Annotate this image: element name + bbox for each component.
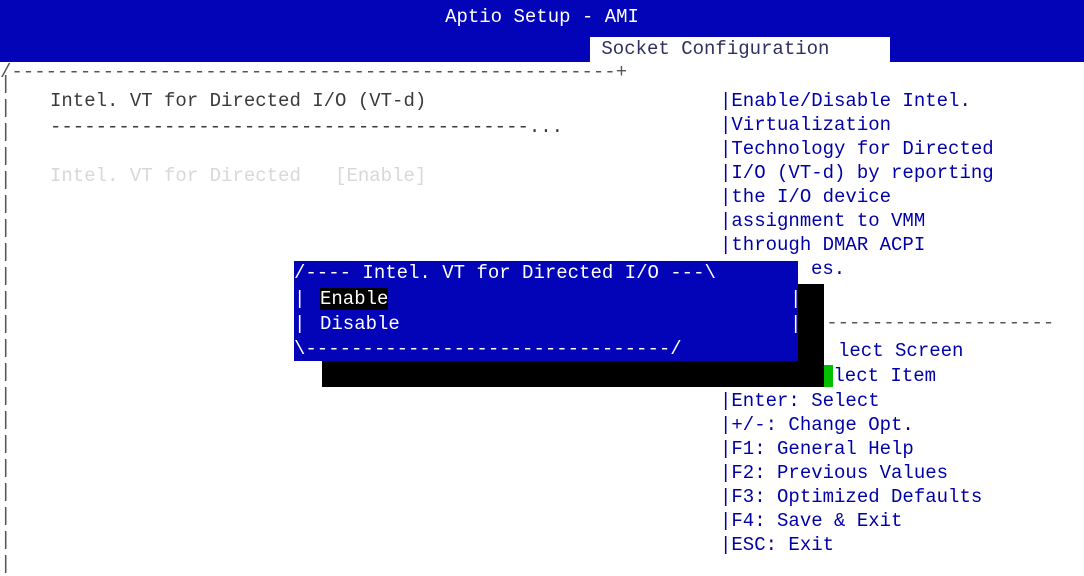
help-line-tail: es. <box>811 258 846 280</box>
key-esc: |ESC: Exit <box>720 534 835 556</box>
popup-border-left: | <box>294 288 306 310</box>
key-legend: |Enter: Select |+/-: Change Opt. |F1: Ge… <box>720 389 982 557</box>
setting-label: Intel. VT for Directed <box>50 165 301 187</box>
popup-border-right: | <box>790 313 802 335</box>
section-separator: ----------------------------------------… <box>50 116 564 138</box>
key-enter: |Enter: Select <box>720 390 880 412</box>
help-line: |through DMAR ACPI <box>720 234 926 256</box>
help-line: |Virtualization <box>720 114 892 136</box>
key-change: |+/-: Change Opt. <box>720 414 914 436</box>
key-f2: |F2: Previous Values <box>720 462 949 484</box>
popup-border-left: | <box>294 313 306 335</box>
key-f4: |F4: Save & Exit <box>720 510 903 532</box>
key-f3: |F3: Optimized Defaults <box>720 486 983 508</box>
frame-top-border-left: /---------------------------------------… <box>0 61 628 83</box>
section-title: Intel. VT for Directed I/O (VT-d) <box>50 90 427 112</box>
popup-bottom-border: \--------------------------------/ <box>294 338 682 360</box>
option-popup: /---- Intel. VT for Directed I/O ---\ | … <box>294 261 802 361</box>
popup-border-right: | <box>790 288 802 310</box>
setting-row-vtd[interactable]: Intel. VT for Directed [Enable] <box>50 164 426 188</box>
tab-label: Socket Configuration <box>601 38 830 60</box>
title-bar: Aptio Setup - AMI Socket Configuration <box>0 0 1084 62</box>
key-f1: |F1: General Help <box>720 438 914 460</box>
help-line: |assignment to VMM <box>720 210 926 232</box>
setting-value[interactable]: [Enable] <box>335 165 426 187</box>
popup-title: /---- Intel. VT for Directed I/O ---\ <box>294 262 716 284</box>
help-line: |the I/O device <box>720 186 892 208</box>
popup-option-enable[interactable]: Enable <box>320 287 389 311</box>
key-select-screen: lect Screen <box>838 340 964 362</box>
help-line: |Technology for Directed <box>720 138 994 160</box>
popup-option-disable[interactable]: Disable <box>320 312 400 336</box>
help-panel: |Enable/Disable Intel. |Virtualization |… <box>720 89 994 257</box>
help-line: |Enable/Disable Intel. <box>720 90 971 112</box>
tab-socket-configuration[interactable]: Socket Configuration <box>590 37 890 62</box>
app-title: Aptio Setup - AMI <box>445 6 639 28</box>
key-select-item: lect Item <box>822 364 936 388</box>
help-line: |I/O (VT-d) by reporting <box>720 162 994 184</box>
